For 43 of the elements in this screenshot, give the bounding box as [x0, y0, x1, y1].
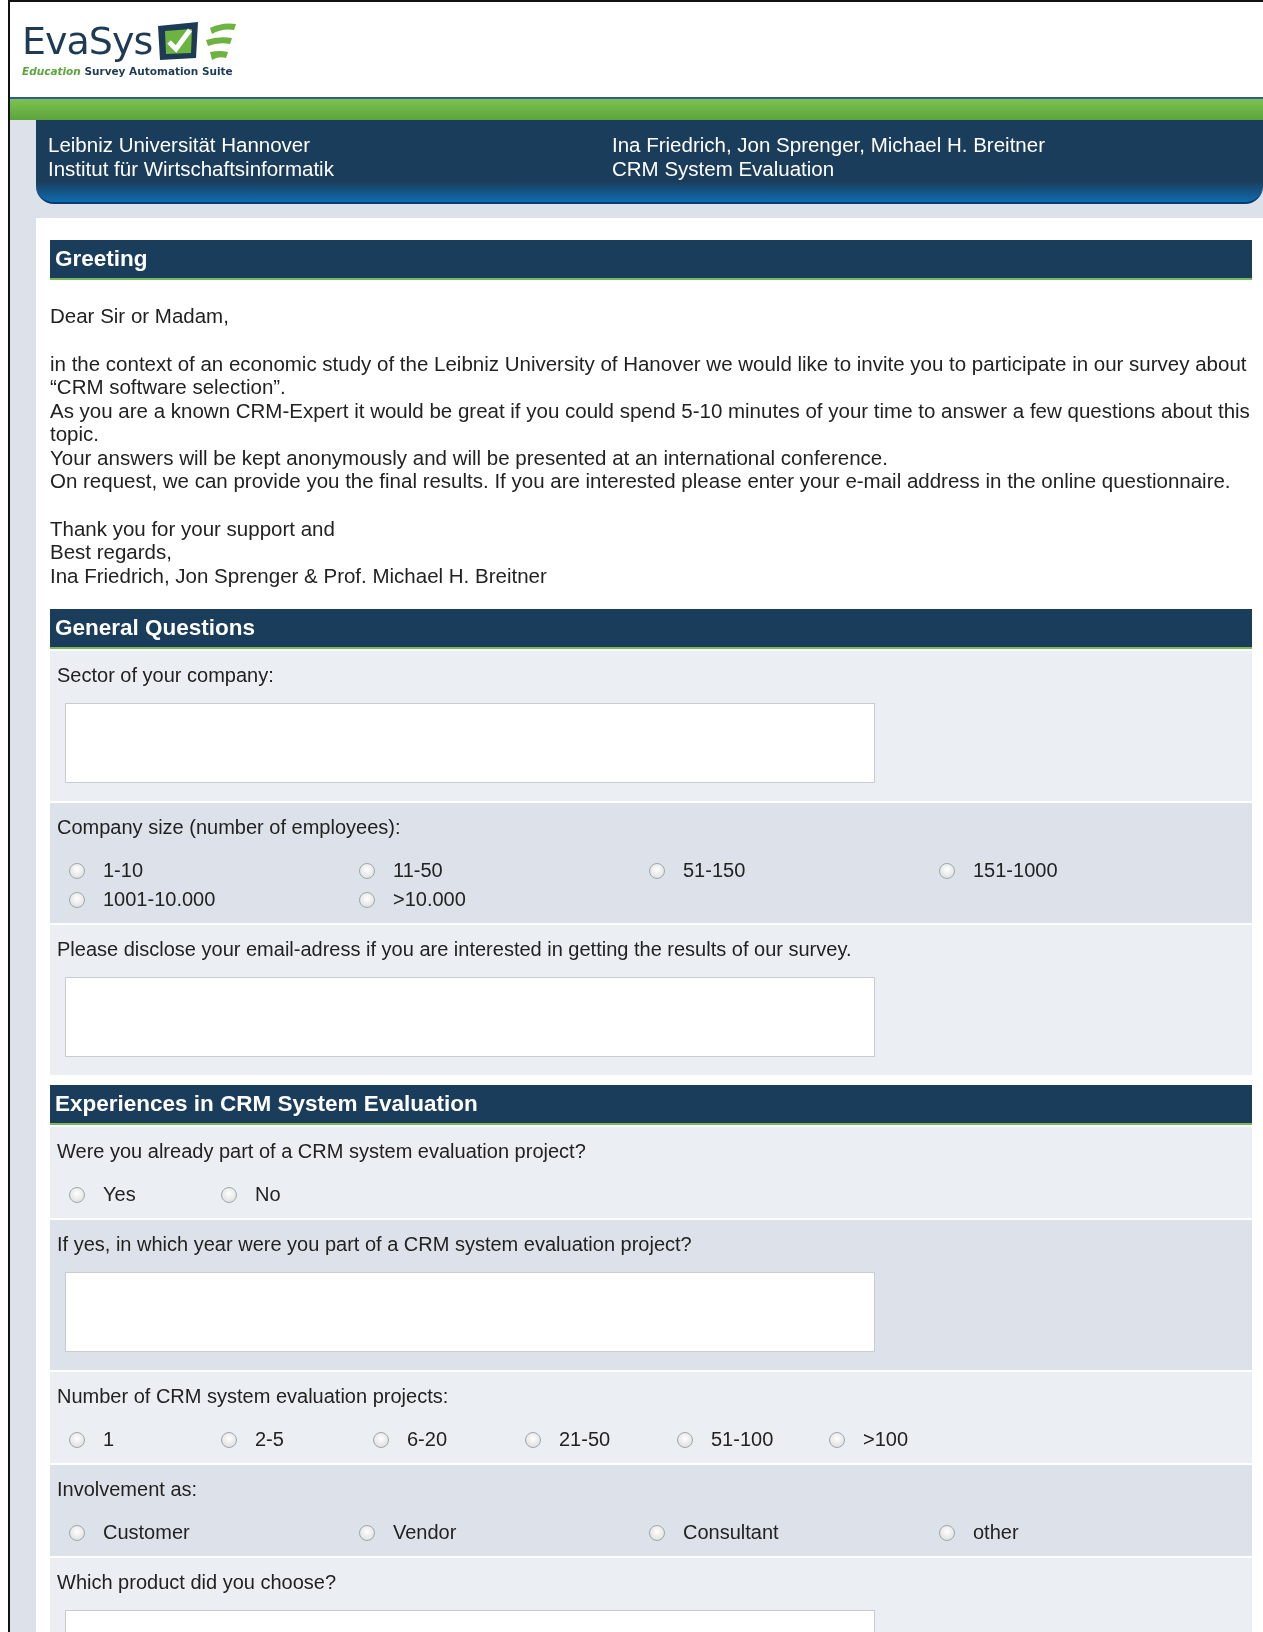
option-label: 1-10: [103, 859, 144, 882]
section-title: Greeting: [50, 240, 1252, 280]
question-label: Were you already part of a CRM system evaluation project?: [57, 1140, 587, 1163]
greeting-text: in the context of an economic study of the Leibniz University of Hanover we would like to invite you to participate in our survey about “CRM software selection”.: [50, 351, 1248, 399]
option-label: >10.000: [393, 888, 466, 911]
section-title: Experiences in CRM System Evaluation: [50, 1085, 1252, 1125]
question-label: Company size (number of employees):: [57, 816, 402, 839]
greeting-text: Your answers will be kept anonymously and will be presented at an international conference.: [50, 445, 889, 469]
header-text: Ina Friedrich, Jon Sprenger, Michael H. Breitner: [612, 133, 1046, 157]
option-label: Yes: [103, 1183, 136, 1206]
option-label: Consultant: [683, 1521, 779, 1544]
question-label: Involvement as:: [57, 1478, 199, 1501]
question-label: Which product did you choose?: [57, 1571, 338, 1594]
greeting-text: On request, we can provide you the final results. If you are interested please enter your e-mail address in the online questionnaire.: [50, 469, 1232, 493]
greeting-text: Thank you for your support and: [50, 516, 336, 540]
option-label: 11-50: [393, 859, 443, 882]
question-label: Number of CRM system evaluation projects:: [57, 1385, 450, 1408]
option-label: 51-100: [711, 1428, 774, 1451]
greeting-text: As you are a known CRM-Expert it would be great if you could spend 5-10 minutes of your time to answer a few questions about this topic.: [50, 398, 1251, 446]
logo-tagline: Education Survey Automation Suite: [22, 65, 234, 77]
logo-name: EvaSys: [22, 22, 153, 60]
option-label: >100: [863, 1428, 909, 1451]
option-label: 6-20: [407, 1428, 448, 1451]
option-label: 1: [103, 1428, 115, 1451]
option-label: other: [973, 1521, 1019, 1544]
option-label: 51-150: [683, 859, 746, 882]
greeting-text: Dear Sir or Madam,: [50, 304, 230, 328]
header-text: Leibniz Universität Hannover: [48, 133, 312, 157]
question-label: If yes, in which year were you part of a CRM system evaluation project?: [57, 1233, 693, 1256]
greeting-text: Best regards,: [50, 540, 173, 564]
option-label: Vendor: [393, 1521, 457, 1544]
header-text: Institut für Wirtschaftsinformatik: [48, 157, 335, 181]
option-label: Customer: [103, 1521, 190, 1544]
greeting-text: Ina Friedrich, Jon Sprenger & Prof. Michael H. Breitner: [50, 563, 548, 587]
section-title: General Questions: [50, 609, 1252, 649]
option-label: 21-50: [559, 1428, 611, 1451]
option-label: 2-5: [255, 1428, 284, 1451]
question-label: Please disclose your email-adress if you are interested in getting the results of our survey.: [57, 938, 853, 961]
question-label: Sector of your company:: [57, 664, 275, 687]
option-label: No: [255, 1183, 281, 1206]
option-label: 1001-10.000: [103, 888, 216, 911]
header-text: CRM System Evaluation: [612, 157, 836, 181]
option-label: 151-1000: [973, 859, 1058, 882]
